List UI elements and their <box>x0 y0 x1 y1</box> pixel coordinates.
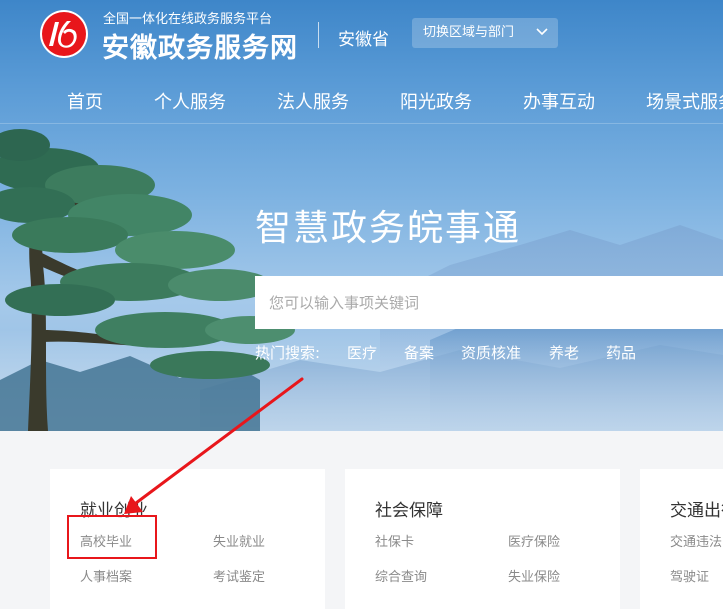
hot-keyword-link[interactable]: 养老 <box>549 342 579 363</box>
nav-open-government[interactable]: 阳光政务 <box>400 88 472 114</box>
logo[interactable] <box>40 10 88 58</box>
hot-keyword-link[interactable]: 药品 <box>606 342 636 363</box>
card-link[interactable]: 社保卡 <box>375 531 414 550</box>
chevron-down-icon <box>536 28 548 36</box>
hot-keyword-link[interactable]: 备案 <box>404 342 434 363</box>
hero-title: 智慧政务皖事通 <box>255 208 522 249</box>
hot-keyword-link[interactable]: 医疗 <box>347 342 377 363</box>
site-name[interactable]: 安徽政务服务网 <box>102 26 298 65</box>
nav-scenario-services[interactable]: 场景式服务 <box>646 88 723 114</box>
hot-search-label: 热门搜索: <box>255 344 321 362</box>
platform-slogan: 全国一体化在线政务服务平台 <box>103 12 273 27</box>
nav-home[interactable]: 首页 <box>67 88 103 114</box>
card-link[interactable]: 综合查询 <box>375 566 427 585</box>
card-link[interactable]: 驾驶证 <box>670 566 709 585</box>
nav-divider <box>0 123 723 124</box>
logo-mark-icon <box>42 12 86 56</box>
card-link[interactable]: 人事档案 <box>80 566 132 585</box>
service-card-social-security: 社会保障 社保卡 医疗保险 综合查询 失业保险 <box>345 469 620 609</box>
card-link[interactable]: 失业就业 <box>213 531 265 550</box>
search-input[interactable] <box>255 276 723 329</box>
region-switch-label: 切换区域与部门 <box>423 25 515 40</box>
card-link[interactable]: 考试鉴定 <box>213 566 265 585</box>
card-link[interactable]: 交通违法 <box>670 531 722 550</box>
hot-keyword-link[interactable]: 资质核准 <box>461 342 521 363</box>
card-title: 交通出行 <box>670 501 723 521</box>
current-province: 安徽省 <box>338 30 389 50</box>
card-link[interactable]: 失业保险 <box>508 566 560 585</box>
nav-personal-services[interactable]: 个人服务 <box>154 88 226 114</box>
region-switch-button[interactable]: 切换区域与部门 <box>412 18 558 48</box>
header-divider <box>318 22 319 48</box>
card-link[interactable]: 医疗保险 <box>508 531 560 550</box>
highlight-box <box>67 515 157 559</box>
nav-interaction[interactable]: 办事互动 <box>523 88 595 114</box>
search-box <box>255 276 723 329</box>
nav-legal-entity-services[interactable]: 法人服务 <box>277 88 349 114</box>
service-card-transport: 交通出行 交通违法 驾驶证 <box>640 469 723 609</box>
card-title: 社会保障 <box>375 501 443 521</box>
